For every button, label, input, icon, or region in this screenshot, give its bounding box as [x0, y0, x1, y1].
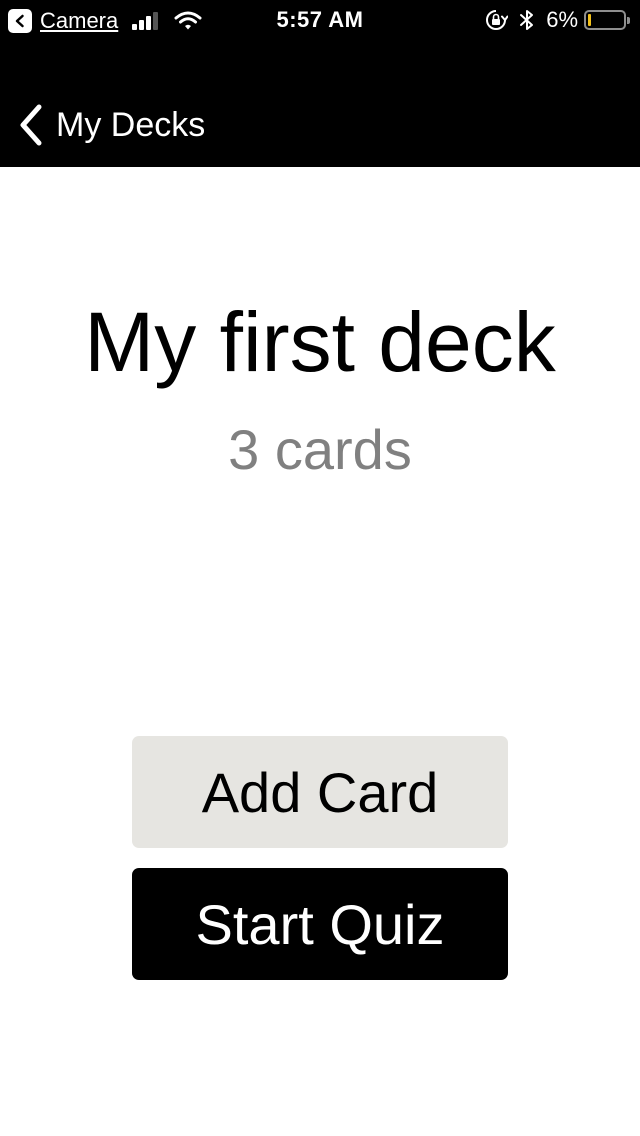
- battery-icon: [584, 10, 630, 30]
- status-bar-right: 6%: [484, 7, 630, 33]
- battery-percent: 6%: [546, 7, 578, 32]
- status-bar: Camera 5:57 AM 6%: [0, 0, 640, 40]
- deck-card-count: 3 cards: [228, 418, 412, 481]
- navigation-bar: My Decks: [0, 40, 640, 167]
- battery-fill: [588, 14, 591, 26]
- back-button-label[interactable]: My Decks: [56, 106, 205, 145]
- start-quiz-button[interactable]: Start Quiz: [132, 868, 508, 980]
- add-card-button[interactable]: Add Card: [132, 736, 508, 848]
- chevron-left-icon: [20, 104, 42, 146]
- deck-title: My first deck: [84, 295, 556, 389]
- orientation-lock-icon: [486, 10, 509, 30]
- back-button[interactable]: My Decks: [18, 104, 205, 146]
- bluetooth-icon: [520, 10, 534, 30]
